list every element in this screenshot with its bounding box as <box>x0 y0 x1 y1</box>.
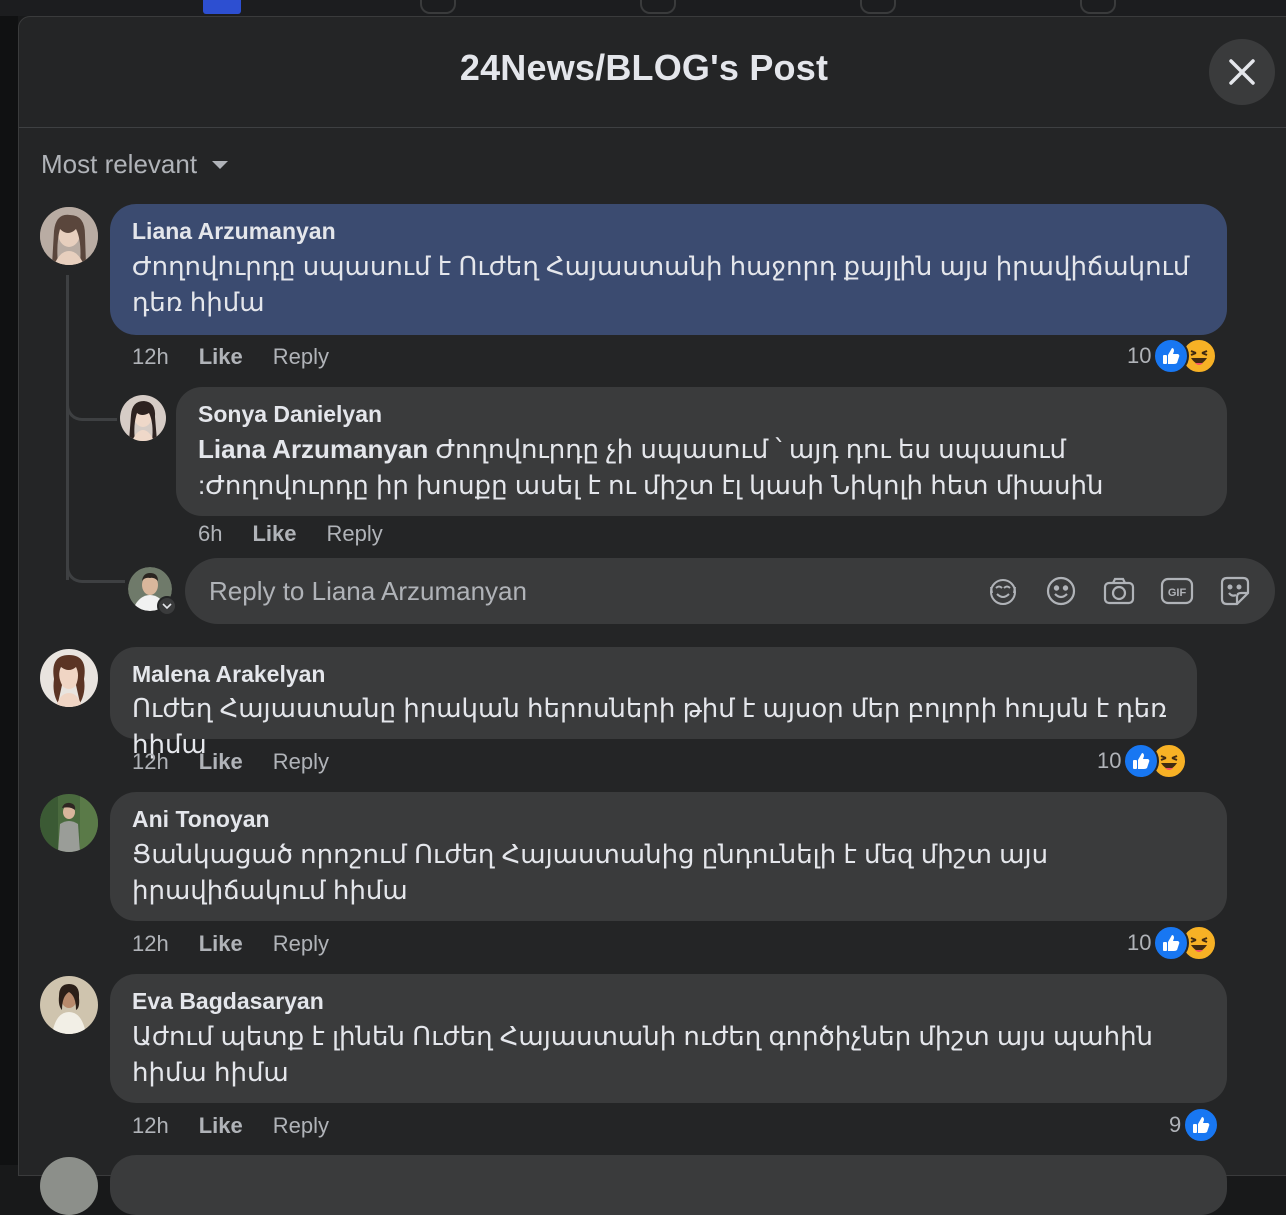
comment-actions: 12h Like Reply <box>132 1113 359 1139</box>
reply-mention[interactable]: Liana Arzumanyan <box>198 434 428 464</box>
reply-bubble: Sonya Danielyan Liana Arzumanyan Ժողովու… <box>176 387 1227 516</box>
comment-actions: 12h Like Reply <box>132 931 359 957</box>
like-link[interactable]: Like <box>199 344 243 370</box>
like-link[interactable]: Like <box>199 931 243 957</box>
comment-bubble: Malena Arakelyan Ուժեղ Հայաստանը իրական … <box>110 647 1197 759</box>
reply-link[interactable]: Reply <box>273 931 329 957</box>
dialog-title: 24News/BLOG's Post <box>459 47 829 88</box>
emoji-icon[interactable] <box>1043 573 1079 609</box>
reply-link[interactable]: Reply <box>273 344 329 370</box>
page-backdrop <box>0 16 18 1165</box>
comment-bubble: Ani Tonoyan Ցանկացած որոշում Ուժեղ Հայաս… <box>110 792 1227 921</box>
thread-branch-reply <box>66 400 117 421</box>
sort-dropdown[interactable]: Most relevant <box>41 149 229 180</box>
reply-link[interactable]: Reply <box>327 521 383 547</box>
reply-input[interactable] <box>207 560 985 622</box>
reaction-count: 10 <box>1127 343 1152 368</box>
avatar[interactable] <box>40 794 98 852</box>
reply-author[interactable]: Sonya Danielyan <box>198 399 1205 429</box>
comment-author[interactable]: Liana Arzumanyan <box>132 216 1205 246</box>
comment-text: Ցանկացած որոշում Ուժեղ Հայաստանից ընդուն… <box>132 839 1049 905</box>
composer-tools: GIF <box>985 573 1253 609</box>
reply-link[interactable]: Reply <box>273 1113 329 1139</box>
comment-bubble: Liana Arzumanyan Ժողովուրդը սպասում է Ու… <box>110 204 1227 335</box>
app-top-nav <box>0 0 1286 16</box>
like-link[interactable]: Like <box>199 749 243 775</box>
close-icon <box>1229 59 1255 85</box>
comment-bubble <box>110 1155 1227 1215</box>
reply-actions: 6h Like Reply <box>198 521 413 547</box>
comment-bubble: Eva Bagdasaryan Աժում պետք է լինեն Ուժեղ… <box>110 974 1227 1103</box>
comment-actions: 12h Like Reply <box>132 749 359 775</box>
svg-text:GIF: GIF <box>1168 587 1187 599</box>
reply-timestamp[interactable]: 6h <box>198 521 222 547</box>
reaction-summary[interactable]: 10 <box>1127 925 1218 961</box>
reaction-count: 10 <box>1127 930 1152 955</box>
avatar[interactable] <box>120 395 166 441</box>
like-link[interactable]: Like <box>252 521 296 547</box>
reaction-summary[interactable]: 9 <box>1169 1107 1220 1143</box>
reaction-count: 9 <box>1169 1112 1182 1137</box>
avatar[interactable] <box>40 649 98 707</box>
like-icon <box>1183 1107 1220 1143</box>
comment-timestamp[interactable]: 12h <box>132 344 169 370</box>
comment-actions: 12h Like Reply <box>132 344 359 370</box>
sticker-icon[interactable] <box>1217 573 1253 609</box>
comment-text: Աժում պետք է լինեն Ուժեղ Հայաստանի ուժեղ… <box>132 1021 1154 1087</box>
gif-icon[interactable]: GIF <box>1159 573 1195 609</box>
video-tab-icon[interactable] <box>420 0 456 14</box>
like-link[interactable]: Like <box>199 1113 243 1139</box>
home-tab-indicator[interactable] <box>203 0 241 14</box>
thread-branch-replybox <box>66 562 125 583</box>
comment-author[interactable]: Ani Tonoyan <box>132 804 1205 834</box>
comment-author[interactable]: Eva Bagdasaryan <box>132 986 1205 1016</box>
caret-down-icon <box>212 160 229 169</box>
current-user-avatar[interactable] <box>128 567 177 616</box>
reply-link[interactable]: Reply <box>273 749 329 775</box>
account-switch-icon[interactable] <box>157 596 177 616</box>
comment-author[interactable]: Malena Arakelyan <box>132 659 1175 689</box>
gaming-tab-icon[interactable] <box>1080 0 1116 14</box>
camera-icon[interactable] <box>1101 573 1137 609</box>
dialog-header: 24News/BLOG's Post <box>19 17 1286 128</box>
thread-line <box>66 275 69 580</box>
close-button[interactable] <box>1209 39 1275 105</box>
comment-timestamp[interactable]: 12h <box>132 931 169 957</box>
reaction-summary[interactable]: 10 <box>1097 743 1188 779</box>
comment-timestamp[interactable]: 12h <box>132 1113 169 1139</box>
comment-timestamp[interactable]: 12h <box>132 749 169 775</box>
marketplace-tab-icon[interactable] <box>640 0 676 14</box>
reaction-count: 10 <box>1097 748 1122 773</box>
avatar[interactable] <box>40 1157 98 1215</box>
post-dialog: 24News/BLOG's Post Most relevant Liana A… <box>18 16 1286 1215</box>
reaction-summary[interactable]: 10 <box>1127 338 1218 374</box>
avatar-sticker-icon[interactable] <box>985 573 1021 609</box>
avatar[interactable] <box>40 976 98 1034</box>
reply-composer: GIF <box>185 558 1275 624</box>
reply-text: Liana Arzumanyan Ժողովուրդը չի սպասում ՝… <box>198 431 1205 503</box>
sort-label: Most relevant <box>41 149 198 179</box>
avatar[interactable] <box>40 207 98 265</box>
groups-tab-icon[interactable] <box>860 0 896 14</box>
comment-text: Ժողովուրդը սպասում է Ուժեղ Հայաստանի հաջ… <box>132 251 1190 317</box>
